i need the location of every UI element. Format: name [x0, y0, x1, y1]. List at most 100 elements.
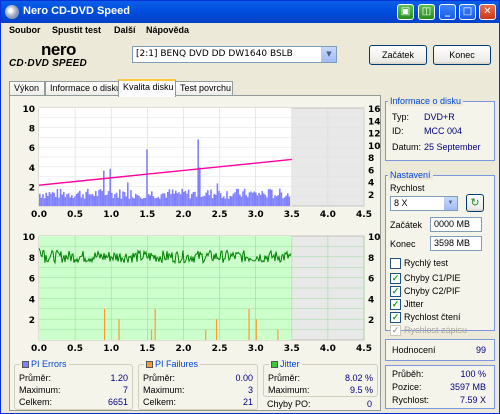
pi-failure-bar [205, 329, 207, 340]
pi-error-bar [56, 189, 59, 206]
start-mb-input[interactable]: 0000 MB [430, 217, 482, 232]
end-mb-input[interactable]: 3598 MB [430, 236, 482, 251]
chevron-down-icon[interactable]: ▼ [321, 47, 336, 62]
x-tick-label: 0.5 [67, 210, 83, 220]
menu-soubor[interactable]: Soubor [9, 25, 41, 35]
pi-error-bar [159, 198, 161, 206]
menu-napoveda[interactable]: Nápověda [146, 25, 189, 35]
disc-date-value: 25 September [424, 142, 481, 152]
y-tick-label-left: 4 [29, 164, 35, 174]
end-button[interactable]: Konec [433, 45, 491, 65]
pi-error-bar [43, 198, 46, 206]
pi-error-bar [242, 191, 244, 206]
y-tick-label-right: 6 [368, 275, 374, 285]
pi-error-bar [111, 192, 113, 206]
check-icon: ✓ [390, 286, 401, 298]
stat-row: Celkem: 6651 [19, 397, 128, 407]
checkbox-chyby-c1-pie[interactable]: ✓ Chyby C1/PIE [390, 273, 461, 285]
speed-select[interactable]: 8 X ▼ [390, 196, 458, 211]
y-tick-label-right: 12 [368, 130, 381, 140]
pi-error-bar [119, 189, 121, 206]
drive-select[interactable]: [2:1] BENQ DVD DD DW1640 BSLB ▼ [132, 46, 337, 63]
pi-error-bar [135, 193, 137, 206]
stat-row: Maximum: 3 [143, 385, 253, 395]
pi-error-bar [253, 191, 255, 206]
pi-error-bar [138, 195, 140, 206]
y-tick-label-left: 2 [29, 316, 35, 326]
pi-error-bar [179, 194, 182, 206]
chevron-down-icon[interactable]: ▼ [444, 197, 457, 210]
y-tick-label-right: 2 [368, 316, 374, 326]
menu-dalsi[interactable]: Další [114, 25, 136, 35]
stat-row: Maximum: 7 [19, 385, 128, 395]
tab-vykon[interactable]: Výkon [9, 81, 45, 96]
pi-error-bar [50, 193, 52, 206]
checkbox-rychlost-zapisu: ✓ Rychlost zápisu [390, 325, 468, 337]
x-tick-label: 1.0 [103, 210, 119, 220]
logo-cdspeed-text: CD·DVD SPEED [9, 58, 87, 69]
pi-error-bar [279, 188, 281, 206]
pi-error-bar [267, 189, 270, 206]
pi-error-bar [125, 196, 127, 206]
pi-error-bar [75, 193, 78, 206]
pi-error-bar [271, 189, 273, 206]
x-tick-label: 1.5 [139, 210, 155, 220]
y-tick-label-right: 4 [368, 179, 374, 189]
pi-error-bar [224, 198, 227, 206]
stat-row: Průměr: 8.02 % [268, 373, 373, 383]
start-button[interactable]: Začátek [369, 45, 427, 65]
checkbox-jitter[interactable]: ✓ Jitter [390, 299, 424, 311]
pi-failure-bar [277, 329, 279, 340]
close-icon[interactable]: ✕ [479, 4, 496, 20]
pi-error-bar [85, 191, 87, 206]
pi-error-bar [235, 188, 238, 206]
pi-error-bar [42, 194, 44, 206]
y-tick-label-left: 6 [29, 144, 35, 154]
pi-error-bar [59, 188, 62, 206]
pi-error-bar [139, 197, 142, 206]
tab-test-povrchu[interactable]: Test povrchu [175, 81, 233, 96]
menu-spustit-test[interactable]: Spustit test [52, 25, 101, 35]
checkbox-rychlost-cteni[interactable]: ✓ Rychlost čtení [390, 312, 461, 324]
x-tick-label: 4.5 [356, 344, 372, 354]
pi-errors-swatch [22, 361, 29, 369]
progress-label: Průběh: [392, 369, 424, 379]
end-mb-label: Konec [390, 239, 416, 249]
pi-error-bar [151, 191, 153, 206]
x-tick-label: 2.5 [212, 210, 228, 220]
pi-error-bar [98, 189, 100, 206]
pi-error-bar [191, 194, 193, 206]
y-tick-label-right: 8 [368, 154, 374, 164]
pi-error-bar [285, 195, 287, 206]
pi-error-bar [160, 194, 163, 206]
pi-error-bar [232, 193, 235, 206]
y-tick-label-left: 10 [22, 233, 35, 243]
pi-error-bar [109, 168, 111, 206]
pi-failure-bar [248, 308, 250, 340]
pi-error-bar [269, 189, 271, 206]
title-bar[interactable]: Nero CD-DVD Speed ▣ ◫ _ □ ✕ [1, 1, 499, 23]
pi-error-bar [123, 191, 126, 206]
tab-informace-o-disku[interactable]: Informace o disku [45, 81, 121, 96]
pi-error-bar [250, 191, 252, 206]
tray-icon[interactable]: ▣ [397, 4, 414, 20]
restore-icon[interactable]: ◫ [418, 4, 435, 20]
pi-error-bar [114, 194, 116, 206]
refresh-icon[interactable]: ↻ [466, 194, 484, 212]
pi-error-bar [167, 191, 169, 206]
disc-id-label: ID: [392, 126, 404, 136]
checkbox-rychly-test[interactable]: Rychlý test [390, 258, 448, 270]
disc-type-value: DVD+R [424, 112, 455, 122]
x-tick-label: 3.0 [248, 344, 264, 354]
tab-kvalita-disku[interactable]: Kvalita disku [118, 79, 176, 97]
pi-error-bar [127, 182, 129, 206]
pi-error-bar [143, 198, 145, 206]
pi-error-bar [234, 192, 236, 206]
pi-error-bar [71, 195, 73, 206]
rating-value: 99 [475, 345, 486, 355]
minimize-icon[interactable]: _ [439, 4, 456, 20]
pi-error-bar [61, 194, 63, 206]
checkbox-chyby-c2-pif[interactable]: ✓ Chyby C2/PIF [390, 286, 460, 298]
maximize-icon[interactable]: □ [459, 4, 476, 20]
y-tick-label-right: 4 [368, 295, 374, 305]
